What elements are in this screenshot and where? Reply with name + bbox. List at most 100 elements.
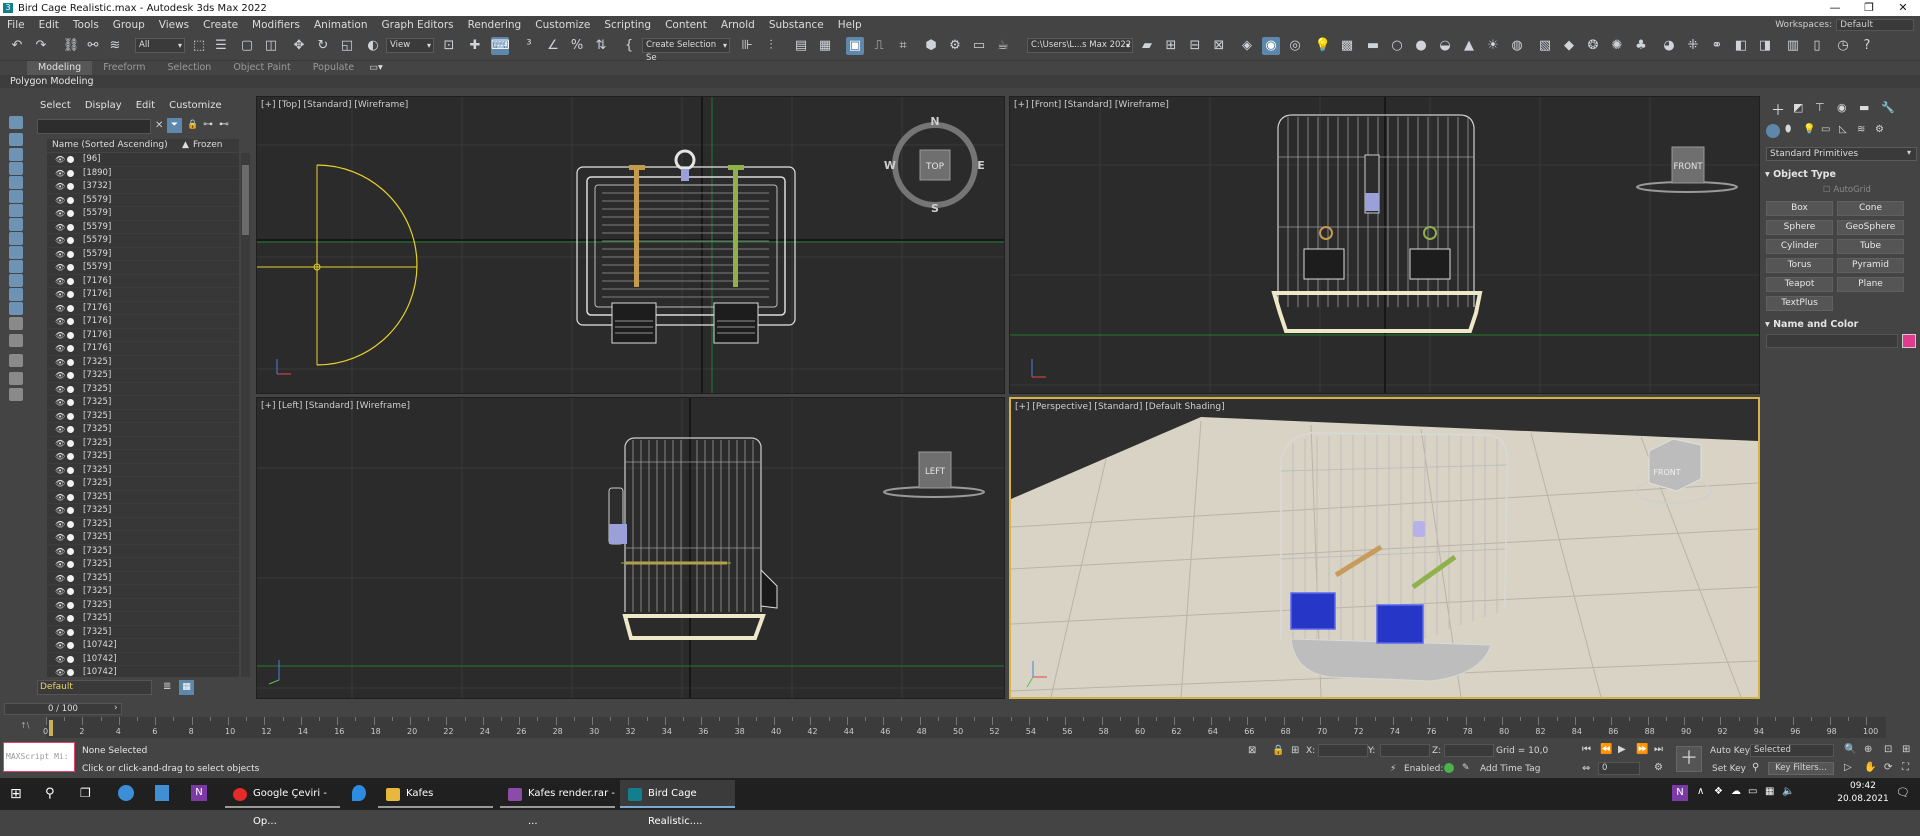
- visibility-eye-icon[interactable]: 👁: [55, 153, 65, 167]
- viewport-front-label[interactable]: [+] [Front] [Standard] [Wireframe]: [1014, 100, 1169, 110]
- scene-search-input[interactable]: [37, 119, 151, 134]
- active-shade-icon[interactable]: ◉: [1262, 37, 1280, 55]
- arnold-tree-icon[interactable]: ♣: [1632, 37, 1650, 55]
- scene-object-row[interactable]: 👁[7325]✲: [47, 437, 239, 451]
- scene-object-row[interactable]: 👁[7176]✲: [47, 302, 239, 315]
- render-toggle-icon[interactable]: [67, 358, 74, 366]
- create-tab-icon[interactable]: ＋: [1771, 100, 1785, 120]
- current-frame-input[interactable]: 0: [1598, 762, 1640, 775]
- render-toggle-icon[interactable]: [67, 304, 74, 312]
- torus-button[interactable]: Torus: [1766, 258, 1833, 273]
- edge-icon[interactable]: [118, 785, 134, 801]
- render-production-icon[interactable]: ☕: [994, 37, 1012, 55]
- dropbox-icon[interactable]: ❖: [1714, 786, 1723, 797]
- taskbar-item-winrar[interactable]: Kafes render.rar - ...: [500, 780, 615, 827]
- modify-tab-icon[interactable]: ◩: [1793, 101, 1803, 114]
- render-toggle-icon[interactable]: [67, 547, 74, 555]
- render-toggle-icon[interactable]: [67, 507, 74, 514]
- render-toggle-icon[interactable]: [67, 318, 74, 325]
- visibility-eye-icon[interactable]: 👁: [55, 558, 65, 572]
- curve-editor-icon[interactable]: ⎍: [870, 37, 888, 55]
- render-toggle-icon[interactable]: [67, 264, 74, 271]
- substance-render-icon[interactable]: ◧: [1732, 37, 1750, 55]
- calculator-icon[interactable]: [155, 785, 169, 801]
- render-toggle-icon[interactable]: [67, 385, 74, 393]
- autogrid-checkbox[interactable]: ☐ AutoGrid: [1823, 185, 1871, 195]
- scene-object-row[interactable]: 👁[5579]✲: [47, 194, 239, 208]
- orbit-icon[interactable]: ⟳: [1884, 762, 1892, 773]
- visibility-eye-icon[interactable]: 👁: [55, 194, 65, 208]
- plane-button[interactable]: Plane: [1837, 277, 1904, 292]
- rendered-frame-window-icon[interactable]: ▭: [970, 37, 988, 55]
- pyramid-button[interactable]: Pyramid: [1837, 258, 1904, 273]
- scene-object-row[interactable]: 👁[7325]✲: [47, 369, 239, 383]
- render-setup-icon[interactable]: ⚙: [946, 37, 964, 55]
- viewport-front[interactable]: [+] [Front] [Standard] [Wireframe] FRONT: [1009, 96, 1760, 394]
- menu-views[interactable]: Views: [152, 19, 196, 31]
- viewcube-perspective-face[interactable]: FRONT: [1653, 468, 1680, 477]
- lock-icon[interactable]: 🔒: [187, 120, 198, 130]
- arnold-globe-icon[interactable]: ✺: [1608, 37, 1626, 55]
- object-name-input[interactable]: [1766, 334, 1898, 348]
- visibility-eye-icon[interactable]: 👁: [55, 585, 65, 599]
- scene-object-row[interactable]: 👁[7325]✲: [47, 612, 239, 626]
- scene-object-row[interactable]: 👁[7325]✲: [47, 518, 239, 531]
- civil-view-icon[interactable]: ◷: [1834, 37, 1852, 55]
- move-icon[interactable]: ✥: [290, 37, 308, 55]
- scene-object-row[interactable]: 👁[7325]✲: [47, 464, 239, 477]
- layer-dropdown[interactable]: Default: [37, 680, 152, 695]
- visibility-eye-icon[interactable]: 👁: [55, 450, 65, 464]
- next-key-icon[interactable]: ⏩: [1636, 744, 1648, 755]
- clock-time[interactable]: 09:42: [1836, 781, 1890, 791]
- help-question-icon[interactable]: ?: [1858, 37, 1876, 55]
- menu-graph-editors[interactable]: Graph Editors: [375, 19, 461, 31]
- tab-populate[interactable]: Populate: [302, 61, 365, 75]
- time-tag-icon[interactable]: ✎: [1462, 763, 1470, 773]
- fov-icon[interactable]: ▷: [1844, 762, 1852, 773]
- scene-object-row[interactable]: 👁[3732]✲: [47, 180, 239, 194]
- menu-animation[interactable]: Animation: [307, 19, 375, 31]
- menu-group[interactable]: Group: [106, 19, 152, 31]
- close-button[interactable]: ✕: [1886, 0, 1920, 16]
- visibility-eye-icon[interactable]: 👁: [55, 437, 65, 451]
- asset-tracking-icon[interactable]: ⊠: [1210, 37, 1228, 55]
- clear-search-icon[interactable]: ✕: [155, 120, 163, 131]
- render-toggle-icon[interactable]: [67, 493, 74, 501]
- mirror-icon[interactable]: ⊪: [738, 37, 756, 55]
- select-object-icon[interactable]: ⬚: [190, 37, 208, 55]
- project-path-dropdown[interactable]: C:\Users\L...s Max 2022: [1027, 38, 1133, 53]
- selection-filter-dropdown[interactable]: All: [135, 38, 185, 53]
- render-toggle-icon[interactable]: [67, 601, 74, 609]
- previous-frame-icon[interactable]: ⏪: [1600, 744, 1612, 755]
- onedrive-icon[interactable]: ☁: [1731, 786, 1741, 797]
- arnold-ball-icon[interactable]: ❂: [1584, 37, 1602, 55]
- cameras-icon[interactable]: ▭: [1821, 124, 1830, 135]
- render-toggle-icon[interactable]: [67, 412, 74, 420]
- selection-lock-icon[interactable]: 🔒: [1272, 745, 1284, 756]
- visibility-eye-icon[interactable]: 👁: [55, 410, 65, 424]
- z-coordinate-input[interactable]: [1444, 744, 1494, 757]
- scene-object-row[interactable]: 👁[7325]✲: [47, 356, 239, 370]
- scene-object-row[interactable]: 👁[7325]✲: [47, 491, 239, 504]
- render-toggle-icon[interactable]: [67, 439, 74, 447]
- scene-object-row[interactable]: 👁[7325]✲: [47, 531, 239, 545]
- render-toggle-icon[interactable]: [67, 277, 74, 285]
- scene-object-row[interactable]: 👁[7325]✲: [47, 626, 239, 639]
- clock-date[interactable]: 20.08.2021: [1836, 794, 1890, 804]
- textplus-button[interactable]: TextPlus: [1766, 296, 1833, 311]
- onenote-tray-icon[interactable]: N: [1672, 785, 1688, 801]
- visibility-eye-icon[interactable]: 👁: [55, 356, 65, 370]
- auto-key-button[interactable]: Auto Key: [1710, 746, 1750, 756]
- filter-list-icon[interactable]: [9, 372, 23, 385]
- display-cameras-icon[interactable]: [9, 176, 23, 189]
- display-frozen-icon[interactable]: [9, 274, 23, 287]
- render-toggle-icon[interactable]: [67, 655, 74, 663]
- zoom-extents-icon[interactable]: ⊡: [1884, 744, 1892, 755]
- geosphere-button[interactable]: GeoSphere: [1837, 220, 1904, 235]
- visibility-eye-icon[interactable]: 👁: [55, 504, 65, 518]
- zoom-all-icon[interactable]: ⊕: [1864, 744, 1872, 755]
- window-crossing-icon[interactable]: ◫: [262, 37, 280, 55]
- scene-object-row[interactable]: 👁[7325]✲: [47, 558, 239, 572]
- cage-front-wireframe[interactable]: [1271, 114, 1483, 333]
- search-icon[interactable]: ⚲: [45, 786, 55, 801]
